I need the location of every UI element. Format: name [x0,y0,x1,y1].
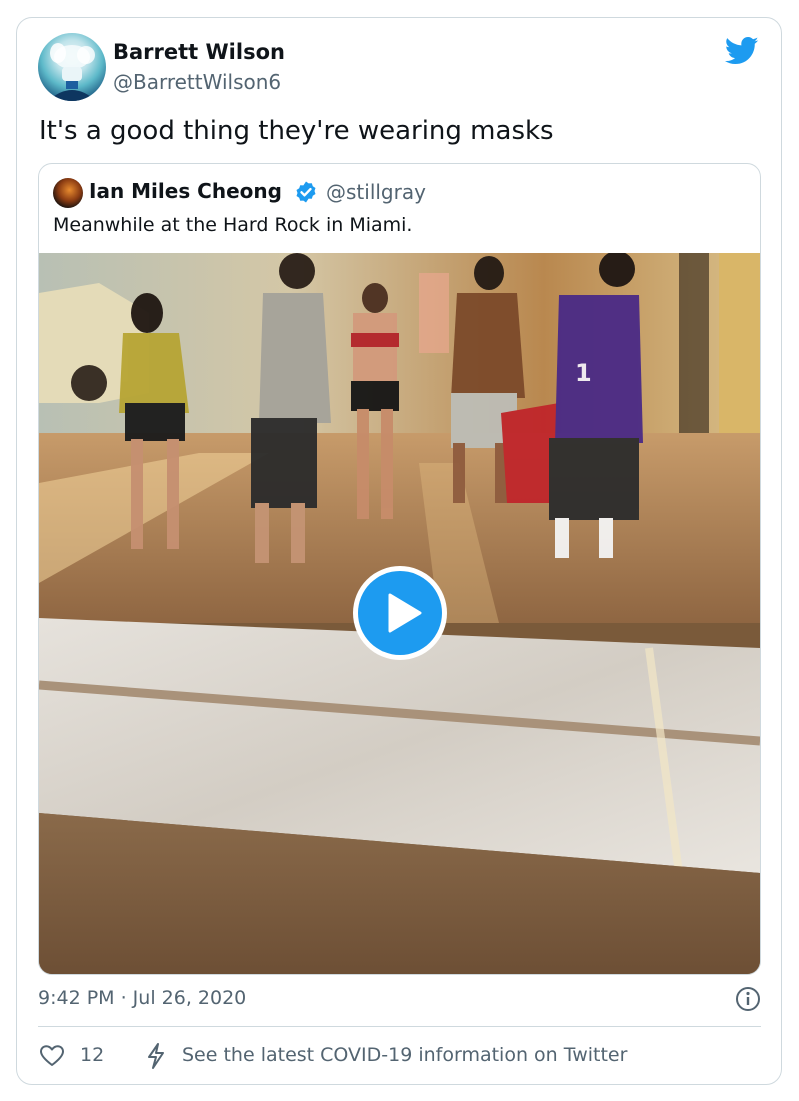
tweet-text: It's a good thing they're wearing masks [39,116,554,146]
jersey-number: 1 [575,359,592,387]
twitter-bird-icon[interactable] [725,36,759,66]
quoted-author-avatar[interactable] [53,178,83,208]
quoted-author-handle[interactable]: @stillgray [326,180,426,204]
verified-badge-icon [296,181,316,203]
author-handle[interactable]: @BarrettWilson6 [113,70,281,94]
quoted-tweet-text: Meanwhile at the Hard Rock in Miami. [53,214,413,236]
info-icon[interactable] [735,986,761,1012]
video-player[interactable]: 1 [39,253,760,974]
lightning-icon[interactable] [145,1042,167,1070]
covid-info-link[interactable]: See the latest COVID-19 information on T… [182,1044,627,1066]
heart-icon[interactable] [39,1043,65,1069]
play-button[interactable] [353,566,447,660]
divider [38,1026,761,1027]
like-count[interactable]: 12 [80,1044,104,1066]
play-icon [388,593,422,633]
quoted-author-name[interactable]: Ian Miles Cheong [89,179,282,203]
author-name[interactable]: Barrett Wilson [113,40,285,64]
tweet-timestamp[interactable]: 9:42 PM · Jul 26, 2020 [38,987,246,1009]
quoted-tweet[interactable]: Ian Miles Cheong @stillgray Meanwhile at… [38,163,761,975]
author-avatar[interactable] [38,33,106,101]
tweet-card: Barrett Wilson @BarrettWilson6 It's a go… [16,17,782,1085]
